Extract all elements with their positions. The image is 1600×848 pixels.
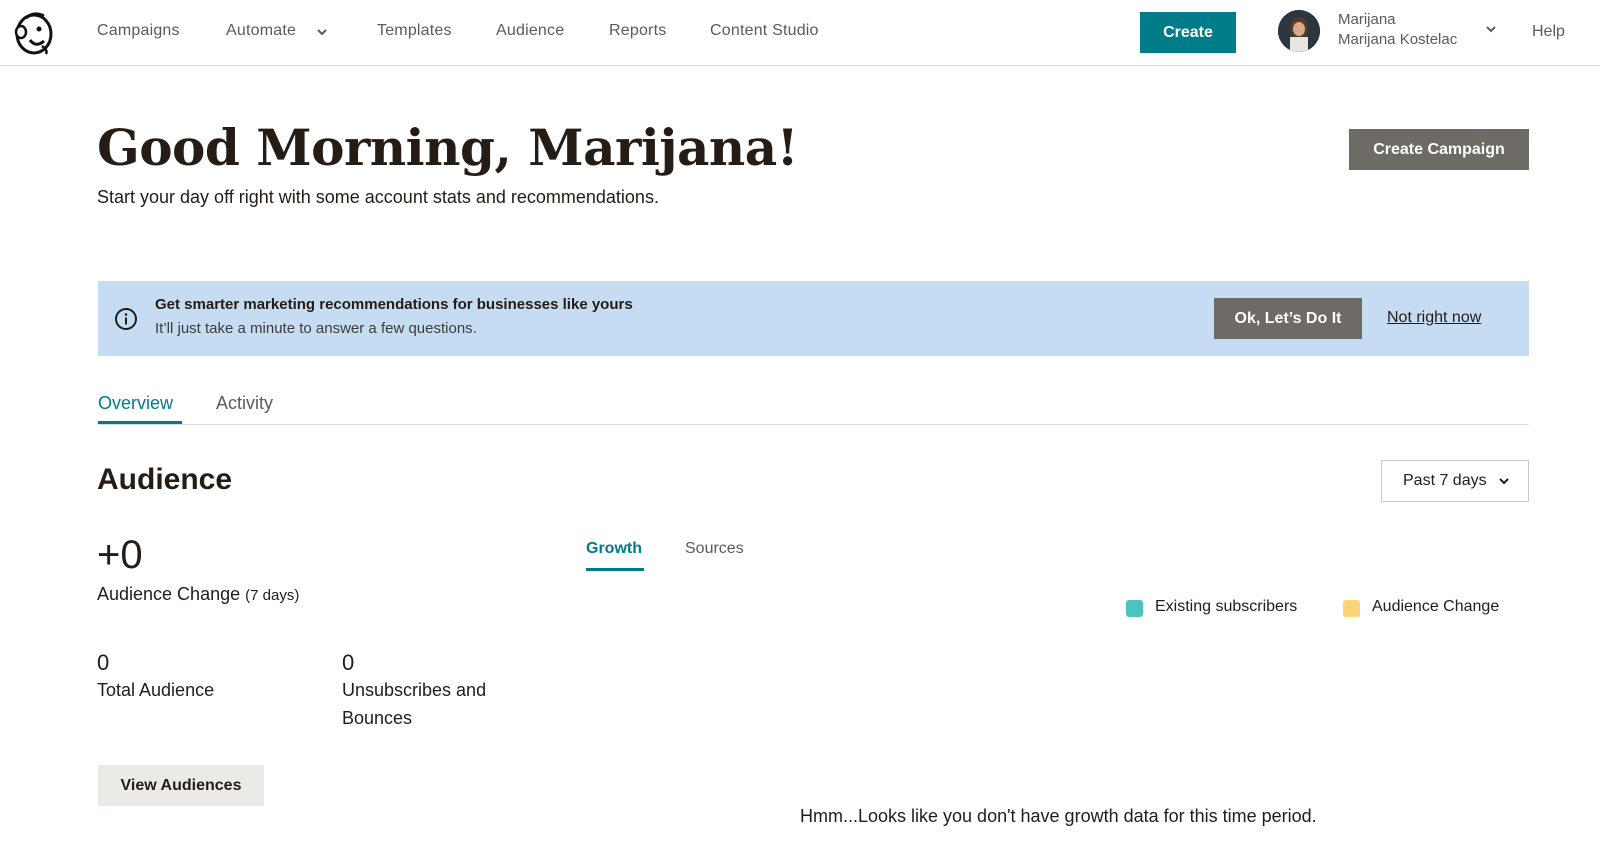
top-navigation: Campaigns Automate Templates Audience Re…	[0, 0, 1600, 66]
total-audience-value: 0	[97, 650, 110, 675]
tabs-divider	[98, 424, 1529, 425]
nav-campaigns[interactable]: Campaigns	[97, 22, 180, 40]
chevron-down-icon[interactable]	[1497, 474, 1511, 488]
nav-templates[interactable]: Templates	[377, 22, 452, 40]
subtab-growth[interactable]: Growth	[586, 540, 642, 558]
unsubscribes-value: 0	[342, 650, 355, 675]
avatar[interactable]	[1278, 10, 1320, 52]
legend-swatch-existing	[1126, 600, 1143, 617]
user-account-name[interactable]: Marijana Kostelac	[1338, 31, 1457, 48]
total-audience-label: Total Audience	[97, 680, 215, 700]
active-tab-indicator	[98, 421, 182, 424]
legend-swatch-change	[1343, 600, 1360, 617]
legend-audience-change: Audience Change	[1372, 598, 1500, 615]
help-link[interactable]: Help	[1532, 23, 1565, 41]
dismiss-link[interactable]: Not right now	[1387, 309, 1481, 327]
page-subtitle: Start your day off right with some accou…	[97, 187, 659, 207]
audience-change-period: (7 days)	[245, 587, 300, 604]
page-title: Good Morning, Marijana!	[97, 118, 799, 177]
chevron-down-icon[interactable]	[315, 25, 329, 39]
nav-content-studio[interactable]: Content Studio	[710, 22, 819, 40]
nav-audience[interactable]: Audience	[496, 22, 564, 40]
audience-change-value: +0	[97, 533, 143, 577]
banner-title: Get smarter marketing recommendations fo…	[155, 296, 633, 313]
info-icon	[115, 308, 137, 330]
audience-change-label: Audience Change (7 days)	[97, 584, 299, 605]
audience-section-title: Audience	[97, 463, 233, 496]
active-subtab-indicator	[586, 568, 644, 571]
empty-growth-message: Hmm...Looks like you don't have growth d…	[800, 806, 1317, 826]
user-avatar-icon	[1278, 10, 1320, 52]
banner-text: It’ll just take a minute to answer a few…	[155, 320, 477, 337]
tab-activity[interactable]: Activity	[216, 393, 273, 414]
subtab-sources[interactable]: Sources	[685, 540, 744, 558]
nav-automate[interactable]: Automate	[226, 22, 296, 40]
view-audiences-button[interactable]: View Audiences	[98, 765, 264, 806]
create-button[interactable]: Create	[1140, 12, 1236, 53]
date-range-value: Past 7 days	[1403, 472, 1487, 489]
tab-overview[interactable]: Overview	[98, 393, 173, 414]
create-campaign-button[interactable]: Create Campaign	[1349, 129, 1529, 170]
nav-reports[interactable]: Reports	[609, 22, 666, 40]
legend-existing-subscribers: Existing subscribers	[1155, 598, 1298, 615]
unsubscribes-label: Unsubscribes and Bounces	[342, 680, 487, 728]
accept-recommendations-button[interactable]: Ok, Let’s Do It	[1214, 298, 1362, 339]
audience-change-text: Audience Change	[97, 584, 241, 604]
mailchimp-logo-icon[interactable]	[12, 10, 56, 56]
user-name[interactable]: Marijana	[1338, 11, 1396, 28]
chevron-down-icon[interactable]	[1484, 22, 1498, 36]
